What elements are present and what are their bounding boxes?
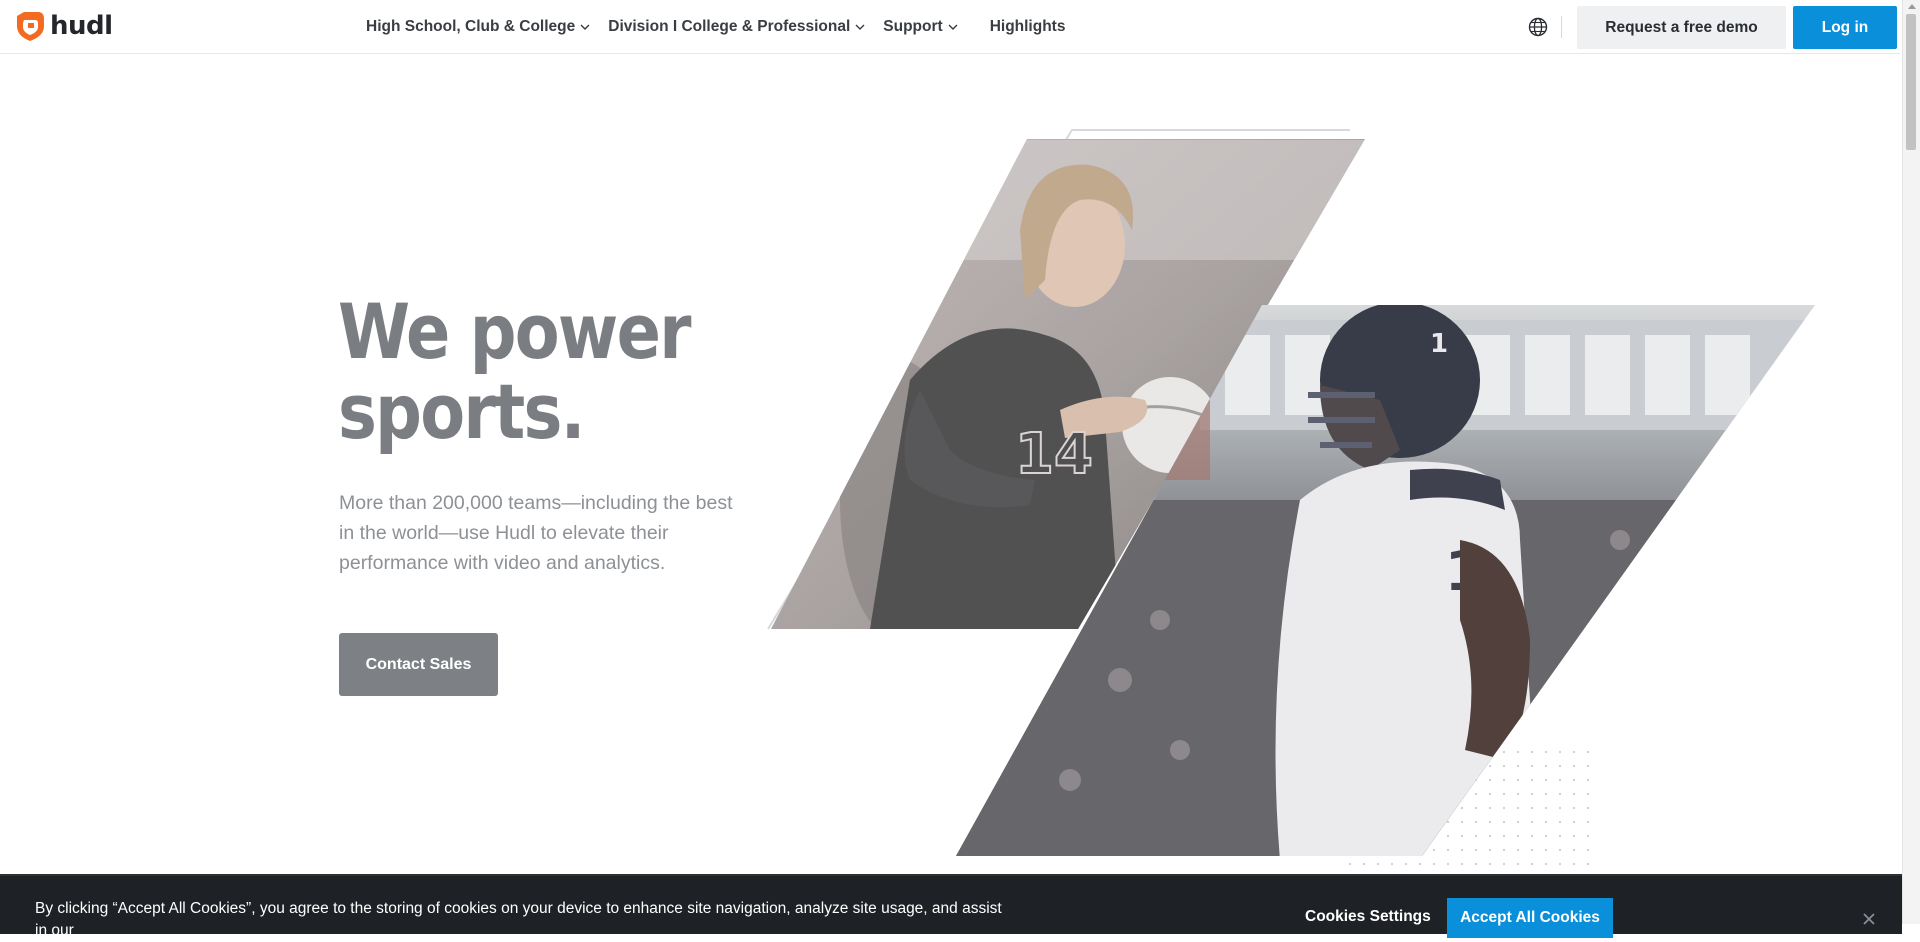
login-button[interactable]: Log in	[1793, 6, 1897, 49]
hero-description: More than 200,000 teams—including the be…	[339, 492, 733, 574]
hero-title: We power sports.	[338, 292, 699, 452]
hudl-logo[interactable]: hudl	[14, 10, 113, 42]
nav-label: Highlights	[989, 18, 1066, 35]
chevron-down-icon	[855, 24, 865, 30]
nav-highlights[interactable]: Highlights	[990, 18, 1066, 36]
globe-icon[interactable]	[1528, 17, 1548, 37]
contact-sales-button[interactable]: Contact Sales	[339, 633, 498, 696]
main-nav: High School, Club & College Division I C…	[366, 0, 1083, 54]
hero-title-line2: sports.	[338, 367, 585, 456]
nav-division-i-professional[interactable]: Division I College & Professional	[608, 18, 865, 36]
site-header: hudl High School, Club & College Divisio…	[0, 0, 1900, 54]
logo-wordmark: hudl	[50, 11, 113, 41]
nav-high-school-club-college[interactable]: High School, Club & College	[366, 18, 590, 36]
nav-support[interactable]: Support	[883, 18, 958, 36]
accept-all-cookies-button[interactable]: Accept All Cookies	[1447, 898, 1613, 938]
hero-title-line1: We power	[338, 287, 691, 376]
nav-label: High School, Club & College	[366, 18, 576, 35]
cookie-banner: By clicking “Accept All Cookies”, you ag…	[0, 874, 1902, 939]
header-divider	[1561, 16, 1562, 38]
hudl-logo-icon	[17, 12, 44, 41]
scroll-thumb[interactable]	[1906, 14, 1916, 150]
scroll-up-arrow-icon[interactable]	[1908, 4, 1916, 9]
chevron-down-icon	[580, 24, 590, 30]
hero-image-collage: 14 1 1	[767, 129, 1815, 870]
page-scrollbar[interactable]	[1902, 0, 1920, 924]
nav-label: Support	[883, 18, 943, 35]
cookies-settings-button[interactable]: Cookies Settings	[1305, 908, 1431, 926]
request-demo-button[interactable]: Request a free demo	[1577, 6, 1786, 49]
chevron-down-icon	[948, 24, 958, 30]
cookie-consent-text: By clicking “Accept All Cookies”, you ag…	[35, 900, 1002, 939]
nav-label: Division I College & Professional	[608, 18, 851, 35]
